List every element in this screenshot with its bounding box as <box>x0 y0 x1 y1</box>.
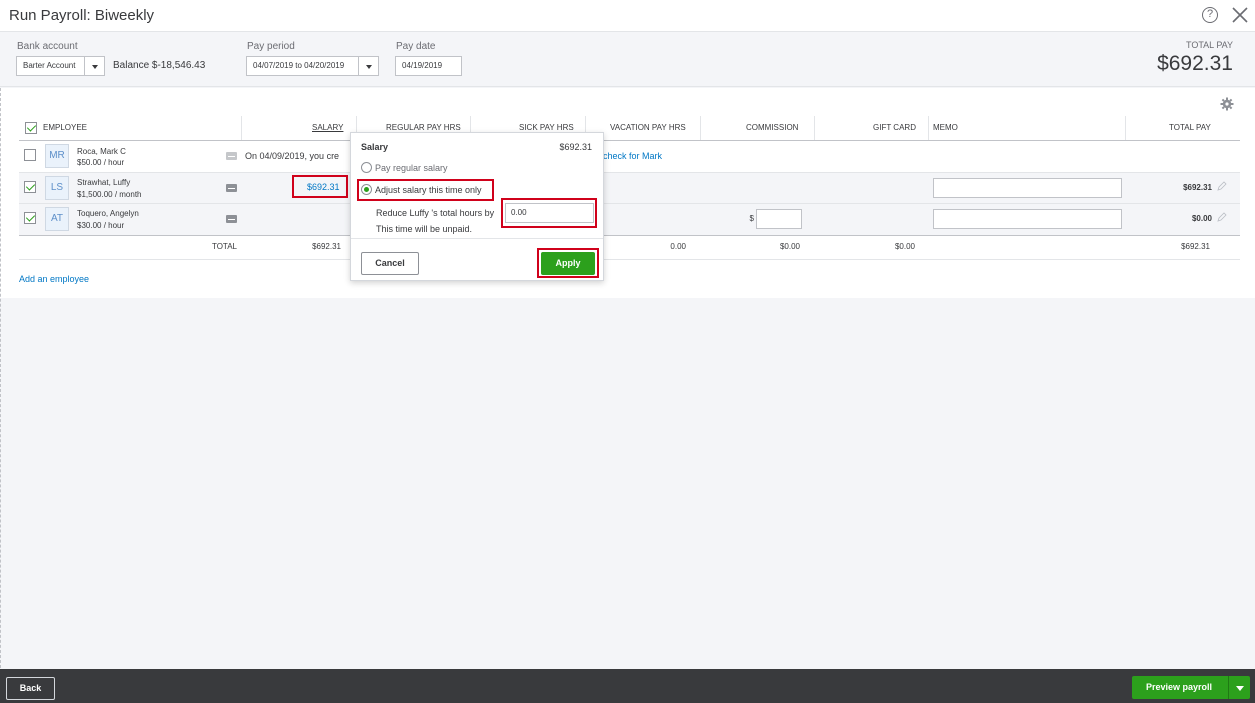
totals-bottom-divider <box>19 259 1240 260</box>
col-vacation-pay-hrs: VACATION PAY HRS <box>610 123 686 132</box>
preview-payroll-label: Preview payroll <box>1146 682 1213 692</box>
avatar: MR <box>45 144 69 168</box>
pay-regular-radio[interactable] <box>361 162 372 173</box>
footer-bar: Back Preview payroll <box>0 669 1255 703</box>
pay-date-input[interactable]: 04/19/2019 <box>395 56 462 76</box>
unpaid-note: This time will be unpaid. <box>376 224 473 234</box>
header-divider <box>19 140 1240 141</box>
row-total-pay: $692.31 <box>1183 183 1212 192</box>
bank-account-select[interactable]: Barter Account <box>16 56 105 76</box>
chevron-down-icon <box>358 57 378 75</box>
employee-name[interactable]: Strawhat, Luffy <box>77 178 130 187</box>
col-salary[interactable]: SALARY <box>312 123 343 132</box>
total-vacation: 0.00 <box>670 242 686 251</box>
back-button[interactable]: Back <box>6 677 55 700</box>
highlight-box <box>292 175 348 198</box>
pencil-icon[interactable] <box>1217 212 1227 222</box>
pay-period-select[interactable]: 04/07/2019 to 04/20/2019 <box>246 56 379 76</box>
employee-rate: $50.00 / hour <box>77 158 125 167</box>
bank-balance: Balance $-18,546.43 <box>113 60 206 71</box>
highlight-box <box>501 198 597 228</box>
gear-icon[interactable] <box>1220 97 1234 111</box>
col-divider <box>241 116 242 140</box>
left-edge-guide <box>0 88 1 668</box>
employee-name[interactable]: Toquero, Angelyn <box>77 209 139 218</box>
pay-period-label: Pay period <box>247 41 295 52</box>
col-divider <box>1125 116 1126 140</box>
totals-divider <box>19 235 1240 236</box>
preview-payroll-button[interactable]: Preview payroll <box>1132 676 1250 699</box>
col-divider <box>814 116 815 140</box>
commission-currency: $ <box>749 214 754 223</box>
row-checkbox[interactable] <box>24 212 36 224</box>
commission-input[interactable] <box>756 209 802 229</box>
col-divider <box>700 116 701 140</box>
chevron-down-icon <box>84 57 104 75</box>
pay-period-value: 04/07/2019 to 04/20/2019 <box>253 61 345 70</box>
add-employee-link[interactable]: Add an employee <box>19 274 89 284</box>
pay-date-label: Pay date <box>396 41 436 52</box>
col-employee: EMPLOYEE <box>43 123 88 132</box>
col-gift-card: GIFT CARD <box>873 123 916 132</box>
paycheck-method-icon <box>226 215 237 223</box>
bank-account-value: Barter Account <box>23 61 76 70</box>
total-pay-value: $692.31 <box>1157 52 1233 75</box>
row-note: On 04/09/2019, you cre <box>245 151 340 161</box>
help-icon[interactable]: ? <box>1202 7 1218 23</box>
reduce-hours-label: Reduce Luffy 's total hours by <box>376 208 495 218</box>
total-commission: $0.00 <box>779 242 800 251</box>
check-link[interactable]: check for Mark <box>603 151 662 161</box>
total-pay-sum: $692.31 <box>1181 242 1210 251</box>
paycheck-method-icon <box>226 152 237 160</box>
employee-rate: $1,500.00 / month <box>77 190 142 199</box>
col-total-pay: TOTAL PAY <box>1169 123 1211 132</box>
col-regular-pay-hrs: REGULAR PAY HRS <box>386 123 461 132</box>
close-icon[interactable] <box>1230 5 1250 25</box>
memo-input[interactable] <box>933 209 1122 229</box>
employee-rate: $30.00 / hour <box>77 221 125 230</box>
col-commission: COMMISSION <box>746 123 799 132</box>
chevron-down-icon[interactable] <box>1228 676 1250 699</box>
employee-name[interactable]: Roca, Mark C <box>77 147 126 156</box>
avatar: LS <box>45 176 69 200</box>
col-divider <box>928 116 929 140</box>
highlight-box <box>537 248 599 278</box>
page-title: Run Payroll: Biweekly <box>9 7 155 24</box>
bank-account-label: Bank account <box>17 41 78 52</box>
total-pay-label: TOTAL PAY <box>1185 40 1233 50</box>
col-memo: MEMO <box>933 123 958 132</box>
row-checkbox[interactable] <box>24 181 36 193</box>
popover-amount: $692.31 <box>559 142 592 152</box>
pencil-icon[interactable] <box>1217 181 1227 191</box>
paycheck-method-icon <box>226 184 237 192</box>
total-salary: $692.31 <box>312 242 341 251</box>
popover-divider <box>351 238 603 239</box>
col-sick-pay-hrs: SICK PAY HRS <box>519 123 574 132</box>
row-total-pay: $0.00 <box>1191 214 1212 223</box>
memo-input[interactable] <box>933 178 1122 198</box>
cancel-button[interactable]: Cancel <box>361 252 419 275</box>
highlight-box <box>357 179 494 201</box>
popover-title: Salary <box>361 142 389 152</box>
pay-regular-label[interactable]: Pay regular salary <box>375 163 448 173</box>
header-bar: Run Payroll: Biweekly ? <box>0 0 1255 32</box>
total-gift-card: $0.00 <box>894 242 915 251</box>
row-checkbox[interactable] <box>24 149 36 161</box>
salary-popover: Salary $692.31 Pay regular salary Adjust… <box>350 132 604 281</box>
select-all-checkbox[interactable] <box>25 122 37 134</box>
totals-label: TOTAL <box>211 242 237 251</box>
avatar: AT <box>45 207 69 231</box>
